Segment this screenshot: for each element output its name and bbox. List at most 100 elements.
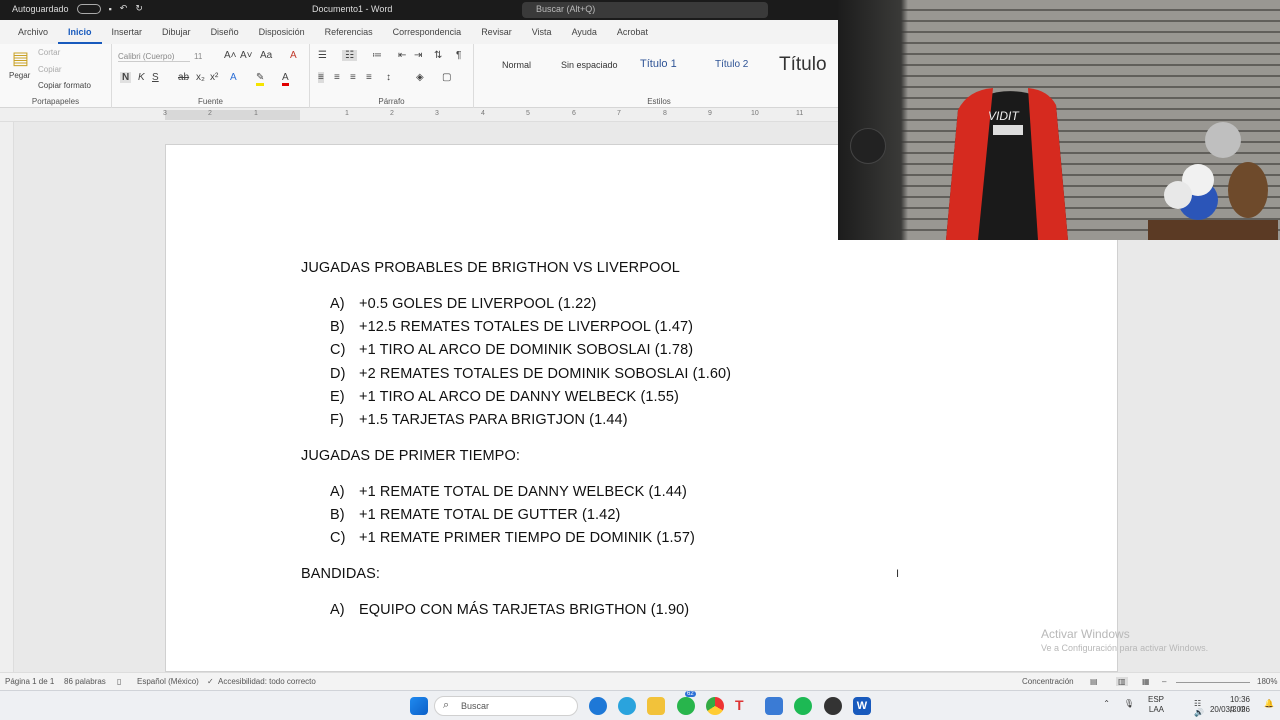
horizontal-ruler[interactable]: 3 2 1 1 2 3 4 5 6 7 8 9 10 11 xyxy=(0,108,838,122)
multilevel-list-icon[interactable]: ≔ xyxy=(372,50,382,61)
heading-bandidas[interactable]: BANDIDAS: xyxy=(301,566,380,582)
web-layout-icon[interactable]: ▦ xyxy=(1142,677,1150,686)
language-status[interactable]: Español (México) xyxy=(137,677,199,686)
align-right-icon[interactable]: ≡ xyxy=(350,72,356,83)
title-search-box[interactable]: Buscar (Alt+Q) xyxy=(522,2,768,18)
borders-icon[interactable]: ▢ xyxy=(442,72,451,83)
whatsapp-icon[interactable]: 62 xyxy=(677,691,696,715)
calculator-icon[interactable] xyxy=(765,697,783,715)
typora-icon[interactable]: T xyxy=(735,697,753,715)
style-normal[interactable]: Normal xyxy=(502,60,531,70)
decrease-indent-icon[interactable]: ⇤ xyxy=(398,50,406,61)
list-item[interactable]: EQUIPO CON MÁS TARJETAS BRIGTHON (1.90) xyxy=(359,602,689,618)
list-item[interactable]: +1 TIRO AL ARCO DE DOMINIK SOBOSLAI (1.7… xyxy=(359,342,693,358)
save-icon[interactable]: ▪ xyxy=(109,4,112,14)
tab-correspondencia[interactable]: Correspondencia xyxy=(383,20,472,44)
subscript-icon[interactable]: x₂ xyxy=(196,72,205,83)
bold-button[interactable]: N xyxy=(120,72,132,83)
page-count[interactable]: Página 1 de 1 xyxy=(5,677,54,686)
tab-acrobat[interactable]: Acrobat xyxy=(607,20,658,44)
heading-first-half-bets[interactable]: JUGADAS DE PRIMER TIEMPO: xyxy=(301,448,520,464)
tab-ayuda[interactable]: Ayuda xyxy=(562,20,607,44)
list-item[interactable]: +1 TIRO AL ARCO DE DANNY WELBECK (1.55) xyxy=(359,389,679,405)
sort-icon[interactable]: ⇅ xyxy=(434,50,442,61)
tab-archivo[interactable]: Archivo xyxy=(8,20,58,44)
strikethrough-icon[interactable]: ab xyxy=(178,72,189,83)
style-heading1[interactable]: Título 1 xyxy=(640,58,677,70)
zoom-out-icon[interactable]: – xyxy=(1162,677,1166,686)
tab-insertar[interactable]: Insertar xyxy=(102,20,153,44)
highlight-icon[interactable]: ✎ xyxy=(256,72,265,86)
tab-dibujar[interactable]: Dibujar xyxy=(152,20,201,44)
bullets-icon[interactable]: ☰ xyxy=(318,50,327,61)
word-icon[interactable]: W xyxy=(853,697,871,715)
tray-expand-icon[interactable]: ⌃ xyxy=(1103,699,1110,708)
undo-icon[interactable]: ↶ xyxy=(120,3,128,14)
italic-button[interactable]: K xyxy=(138,72,145,83)
chrome-icon[interactable] xyxy=(706,697,724,715)
taskbar-search[interactable]: ⌕ Buscar xyxy=(434,696,578,716)
proofing-icon[interactable]: ▯ xyxy=(117,677,121,686)
redo-icon[interactable]: ↻ xyxy=(135,3,143,14)
tab-referencias[interactable]: Referencias xyxy=(315,20,383,44)
tab-revisar[interactable]: Revisar xyxy=(471,20,522,44)
edge-icon[interactable] xyxy=(589,697,607,715)
notifications-icon[interactable]: 🔔 xyxy=(1264,699,1274,708)
numbering-icon[interactable]: ☷ xyxy=(342,50,357,61)
list-item[interactable]: +1 REMATE TOTAL DE GUTTER (1.42) xyxy=(359,507,620,523)
change-case-icon[interactable]: Aa xyxy=(260,50,272,61)
tab-inicio[interactable]: Inicio xyxy=(58,20,102,44)
language-bottom[interactable]: LAA xyxy=(1149,705,1164,714)
accessibility-status[interactable]: Accesibilidad: todo correcto xyxy=(218,677,316,686)
heading-probable-bets[interactable]: JUGADAS PROBABLES DE BRIGTHON VS LIVERPO… xyxy=(301,260,680,276)
autosave-toggle[interactable] xyxy=(76,3,101,14)
list-item[interactable]: +1.5 TARJETAS PARA BRIGTJON (1.44) xyxy=(359,412,628,428)
list-item[interactable]: +1 REMATE PRIMER TIEMPO DE DOMINIK (1.57… xyxy=(359,530,695,546)
list-item[interactable]: +1 REMATE TOTAL DE DANNY WELBECK (1.44) xyxy=(359,484,687,500)
telegram-icon[interactable] xyxy=(618,697,636,715)
paste-button[interactable]: Pegar xyxy=(9,71,30,80)
align-center-icon[interactable]: ≡ xyxy=(334,72,340,83)
paste-icon[interactable]: ▤ xyxy=(12,48,29,69)
clock-date[interactable]: 20/03/2026 xyxy=(1210,705,1250,714)
copy-button[interactable]: Copiar xyxy=(38,65,62,74)
style-no-spacing[interactable]: Sin espaciado xyxy=(561,60,618,70)
microphone-icon[interactable]: 🎙 xyxy=(1124,699,1134,708)
style-heading2[interactable]: Título 2 xyxy=(715,59,748,70)
vertical-ruler[interactable] xyxy=(0,122,14,672)
font-size-select[interactable]: 11 xyxy=(194,52,202,61)
list-item[interactable]: +0.5 GOLES DE LIVERPOOL (1.22) xyxy=(359,296,596,312)
tab-diseno[interactable]: Diseño xyxy=(201,20,249,44)
align-left-icon[interactable]: ≡ xyxy=(318,72,324,83)
zoom-level[interactable]: 180% xyxy=(1257,677,1277,686)
text-effects-icon[interactable]: A xyxy=(230,72,237,83)
superscript-icon[interactable]: x² xyxy=(210,72,218,83)
list-item[interactable]: +2 REMATES TOTALES DE DOMINIK SOBOSLAI (… xyxy=(359,366,731,382)
spotify-icon[interactable] xyxy=(794,697,812,715)
language-top[interactable]: ESP xyxy=(1148,695,1164,704)
shrink-font-icon[interactable]: A˅ xyxy=(240,50,253,61)
style-title[interactable]: Título xyxy=(779,54,827,76)
line-spacing-icon[interactable]: ↕ xyxy=(386,72,391,83)
read-mode-icon[interactable]: ▤ xyxy=(1090,677,1098,686)
format-painter-button[interactable]: Copiar formato xyxy=(38,81,91,90)
accessibility-icon[interactable]: ✓ xyxy=(207,677,214,686)
list-item[interactable]: +12.5 REMATES TOTALES DE LIVERPOOL (1.47… xyxy=(359,319,693,335)
network-volume-icons[interactable]: ☷ 🔊 xyxy=(1194,699,1204,717)
underline-button[interactable]: S xyxy=(152,72,159,83)
grow-font-icon[interactable]: A˄ xyxy=(224,50,237,61)
justify-icon[interactable]: ≡ xyxy=(366,72,372,83)
cut-button[interactable]: Cortar xyxy=(38,48,60,57)
word-count[interactable]: 86 palabras xyxy=(64,677,106,686)
show-marks-icon[interactable]: ¶ xyxy=(456,50,461,61)
increase-indent-icon[interactable]: ⇥ xyxy=(414,50,422,61)
shading-icon[interactable]: ◈ xyxy=(416,72,424,83)
print-layout-icon[interactable]: ▥ xyxy=(1116,677,1128,686)
zoom-slider[interactable] xyxy=(1176,682,1250,683)
font-color-icon[interactable]: A xyxy=(282,72,289,86)
obs-icon[interactable] xyxy=(824,697,842,715)
focus-mode-button[interactable]: Concentración xyxy=(1022,677,1074,686)
font-name-select[interactable]: Calibri (Cuerpo) xyxy=(118,52,190,62)
tab-disposicion[interactable]: Disposición xyxy=(249,20,315,44)
clear-format-icon[interactable]: A xyxy=(290,50,297,61)
